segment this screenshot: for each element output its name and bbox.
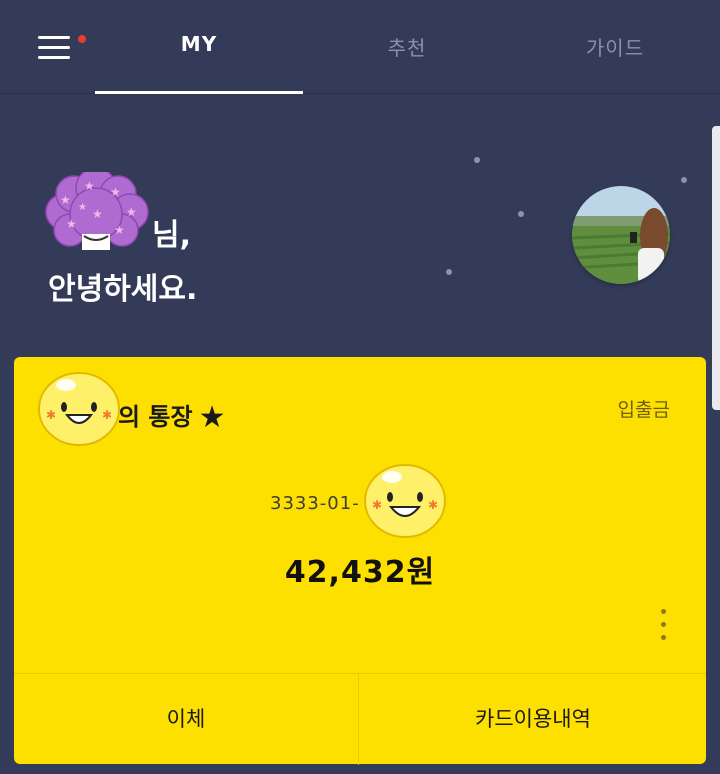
svg-text:★: ★ [78,202,87,213]
menu-icon-bar [38,56,70,59]
svg-text:★: ★ [66,217,77,231]
decorative-star-dot [474,157,480,163]
account-number: 3333-01- [270,493,360,514]
card-action-bar: 이체 카드이용내역 [14,673,706,765]
hamburger-menu-button[interactable] [36,30,86,64]
name-cover-sticker: ★ ★ ★ ★ ★ ★ ★ ★ [44,167,150,258]
svg-text:★: ★ [126,205,137,219]
transfer-button[interactable]: 이체 [14,674,359,765]
svg-text:★: ★ [114,223,125,237]
menu-icon-bar [38,46,70,49]
greeting-hello: 안녕하세요. [48,272,198,307]
favorite-star-icon[interactable]: ★ [199,400,226,435]
profile-photo[interactable] [572,186,670,284]
decorative-star-dot [518,211,524,217]
account-card[interactable]: ✱ ✱ 의 통장 ★ 입출금 3333-01- ✱ ✱ 42,432원 이체 카드… [14,357,706,765]
card-history-button[interactable]: 카드이용내역 [360,674,706,765]
top-tab-bar: MY 추천 가이드 [0,0,720,94]
svg-text:★: ★ [92,207,103,221]
scrollbar[interactable] [712,126,720,410]
account-title-text: 의 통장 [118,403,193,431]
svg-text:✱: ✱ [46,408,56,422]
decorative-star-dot [681,177,687,183]
menu-icon-bar [38,36,70,39]
svg-text:★: ★ [110,185,121,199]
notification-dot-icon [78,35,86,43]
smiley-sticker-icon: ✱ ✱ [362,459,448,539]
svg-text:✱: ✱ [102,408,112,422]
svg-text:✱: ✱ [428,498,438,512]
greeting-name-suffix: 님, [152,218,191,253]
decorative-star-dot [446,269,452,275]
account-title: 의 통장 ★ [118,397,226,435]
more-options-icon[interactable] [650,603,676,647]
smiley-sticker-icon: ✱ ✱ [36,367,122,447]
svg-text:★: ★ [84,179,95,193]
svg-text:★: ★ [60,193,71,207]
transaction-history-link[interactable]: 입출금 [618,395,670,422]
tab-recommended[interactable]: 추천 [304,32,510,61]
tab-my[interactable]: MY [96,32,302,56]
svg-text:✱: ✱ [372,498,382,512]
active-tab-indicator [95,91,303,94]
tab-guide[interactable]: 가이드 [512,32,718,61]
account-balance: 42,432원 [284,555,436,590]
